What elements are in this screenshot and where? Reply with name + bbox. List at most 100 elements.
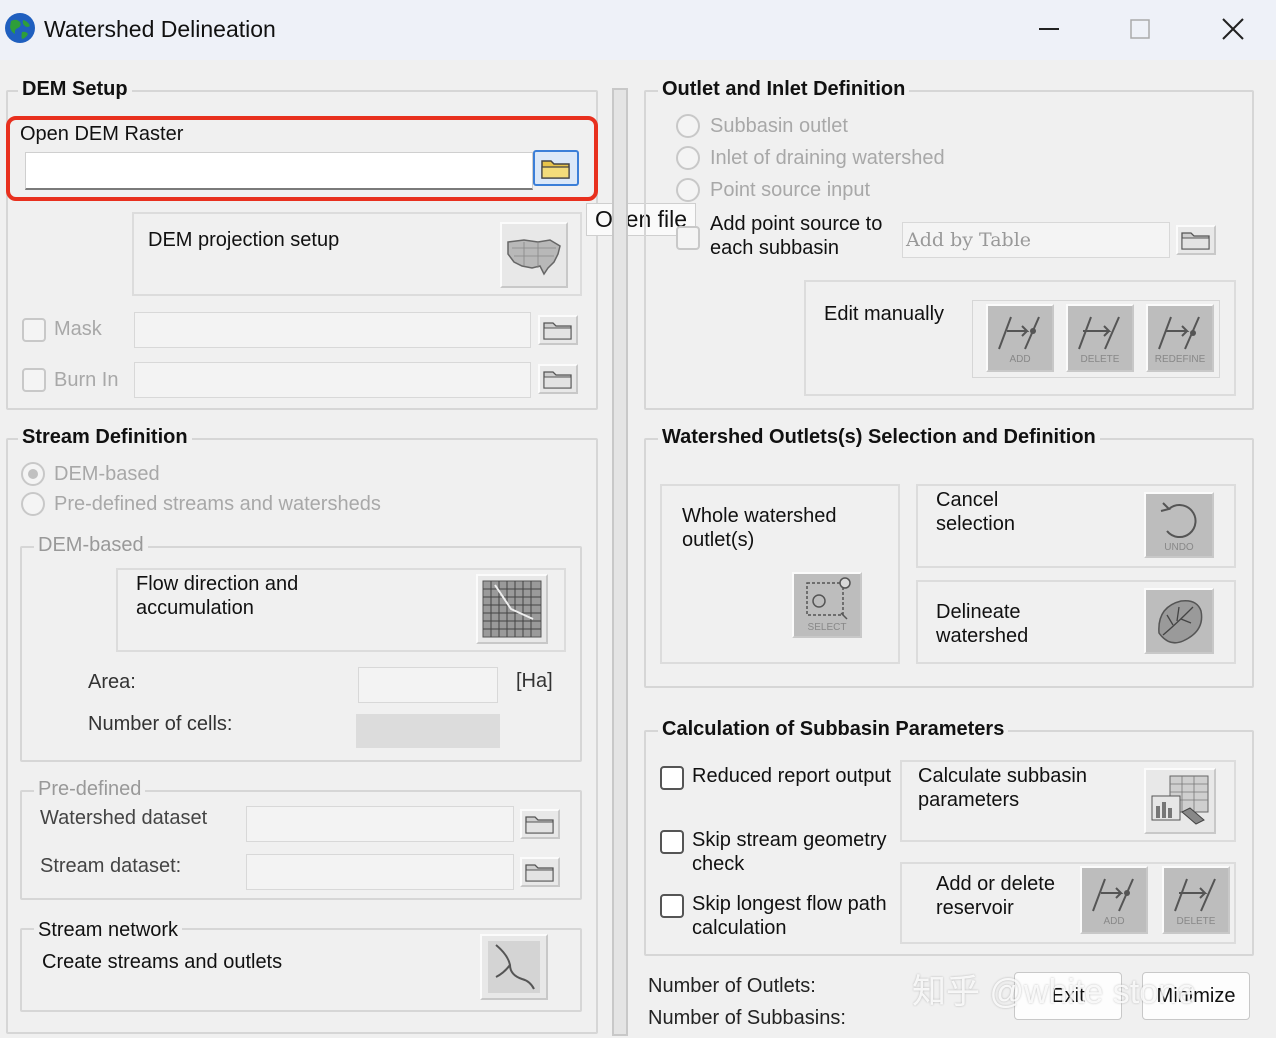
window-title: Watershed Delineation [44, 16, 276, 42]
delineate-label: Delineate watershed [936, 601, 1029, 647]
outlet-selection-title: Watershed Outlets(s) Selection and Defin… [658, 426, 1100, 449]
reservoir-add-caption: ADD [1103, 916, 1125, 927]
inlet-draining-radio[interactable] [676, 146, 700, 170]
outlet-add-caption: ADD [1009, 354, 1031, 365]
skip-longest-checkbox[interactable] [660, 894, 684, 918]
stream-network-title: Stream network [34, 918, 183, 942]
skip-longest-label: Skip longest flow path calculation [692, 893, 887, 939]
delete-point-icon [1078, 316, 1120, 350]
add-point-source-label: Add point source to each subbasin [710, 213, 883, 259]
reduced-report-label: Reduced report output [692, 765, 892, 787]
subbasin-outlet-radio[interactable] [676, 114, 700, 138]
cancel-selection-label: Cancel selection [936, 489, 1015, 535]
maximize-icon [1130, 19, 1150, 39]
num-subbasins-label: Number of Subbasins: [648, 1007, 846, 1029]
redefine-point-icon [1158, 316, 1200, 350]
point-source-radio[interactable] [676, 178, 700, 202]
delineate-button[interactable] [1144, 588, 1214, 654]
close-window-button[interactable] [1211, 12, 1255, 46]
area-field [358, 667, 498, 703]
dem-setup-title: DEM Setup [18, 78, 132, 101]
num-outlets-label: Number of Outlets: [648, 975, 816, 997]
projection-button[interactable] [500, 222, 568, 288]
stream-dataset-label: Stream dataset: [40, 855, 182, 877]
grid-icon [482, 580, 542, 638]
mask-checkbox[interactable] [22, 318, 46, 342]
watershed-dataset-open-button[interactable] [520, 809, 560, 839]
reservoir-delete-caption: DELETE [1176, 916, 1216, 927]
folder-icon [1181, 232, 1210, 250]
stream-icon [488, 941, 540, 993]
subbasin-outlet-label: Subbasin outlet [710, 115, 848, 137]
calculate-subbasin-label: Calculate subbasin parameters [918, 765, 1087, 811]
edit-manually-label: Edit manually [824, 303, 945, 325]
stream-dataset-field [246, 854, 514, 890]
folder-icon [543, 322, 572, 340]
burn-in-checkbox[interactable] [22, 368, 46, 392]
globe-icon [5, 13, 35, 43]
watershed-dataset-field [246, 806, 514, 842]
mask-label: Mask [54, 318, 102, 340]
reservoir-delete-button[interactable]: DELETE [1162, 866, 1230, 934]
delete-point-icon [1174, 878, 1216, 912]
predefined-radio-label: Pre-defined streams and watersheds [54, 493, 381, 515]
predefined-group-title: Pre-defined [34, 778, 146, 801]
area-label: Area: [88, 671, 136, 693]
add-point-source-checkbox[interactable] [676, 226, 700, 250]
add-point-icon [998, 316, 1040, 350]
whole-outlet-label: Whole watershed outlet(s) [682, 505, 837, 551]
burn-in-open-button[interactable] [538, 364, 578, 394]
dem-based-radio-label: DEM-based [54, 463, 160, 485]
reservoir-add-button[interactable]: ADD [1080, 866, 1148, 934]
folder-icon [543, 371, 572, 389]
cells-label: Number of cells: [88, 713, 233, 735]
point-source-label: Point source input [710, 179, 871, 201]
select-caption: SELECT [807, 622, 847, 633]
add-by-table-label: Add by Table [906, 229, 1032, 251]
stream-definition-title: Stream Definition [18, 426, 192, 449]
flow-direction-button[interactable] [476, 574, 548, 644]
undo-icon [1160, 502, 1197, 539]
area-unit: [Ha] [516, 670, 553, 692]
calculate-subbasin-button[interactable] [1144, 768, 1216, 834]
flow-label: Flow direction and accumulation [136, 573, 299, 619]
cancel-selection-button[interactable]: UNDO [1144, 492, 1214, 558]
outlet-add-button[interactable]: ADD [986, 304, 1054, 372]
us-map-icon [507, 239, 561, 276]
skip-stream-label: Skip stream geometry check [692, 829, 887, 875]
highlight-box [6, 116, 598, 201]
create-streams-label: Create streams and outlets [42, 951, 283, 973]
outlet-delete-caption: DELETE [1080, 354, 1120, 365]
add-point-icon [1092, 878, 1134, 912]
outlet-delete-button[interactable]: DELETE [1066, 304, 1134, 372]
dem-based-group-title: DEM-based [34, 534, 148, 557]
outlet-redefine-caption: REDEFINE [1154, 354, 1206, 365]
reduced-report-checkbox[interactable] [660, 766, 684, 790]
outlet-inlet-title: Outlet and Inlet Definition [658, 78, 910, 101]
reservoir-label: Add or delete reservoir [936, 873, 1055, 919]
predefined-radio[interactable] [21, 492, 45, 516]
select-icon [806, 577, 851, 620]
add-by-table-button[interactable] [1176, 225, 1216, 255]
minimize-window-button[interactable] [1027, 12, 1071, 46]
burn-in-label: Burn In [54, 369, 119, 391]
select-outlet-button[interactable]: SELECT [792, 572, 862, 638]
panel-splitter[interactable] [612, 88, 628, 1036]
stream-dataset-open-button[interactable] [520, 857, 560, 887]
folder-icon [525, 816, 554, 834]
dem-based-radio[interactable] [21, 462, 45, 486]
calculator-table-icon [1151, 775, 1209, 825]
watermark: 知乎 @white stone [912, 973, 1196, 1011]
mask-field [134, 312, 531, 348]
burn-in-field [134, 362, 531, 398]
undo-caption: UNDO [1164, 542, 1194, 553]
watershed-dataset-label: Watershed dataset [40, 807, 208, 829]
mask-open-button[interactable] [538, 315, 578, 345]
skip-stream-checkbox[interactable] [660, 830, 684, 854]
inlet-draining-label: Inlet of draining watershed [710, 147, 945, 169]
create-streams-button[interactable] [480, 934, 548, 1000]
projection-label: DEM projection setup [148, 229, 340, 251]
outlet-redefine-button[interactable]: REDEFINE [1146, 304, 1214, 372]
minimize-icon [1039, 28, 1059, 30]
maximize-window-button[interactable] [1118, 12, 1162, 46]
